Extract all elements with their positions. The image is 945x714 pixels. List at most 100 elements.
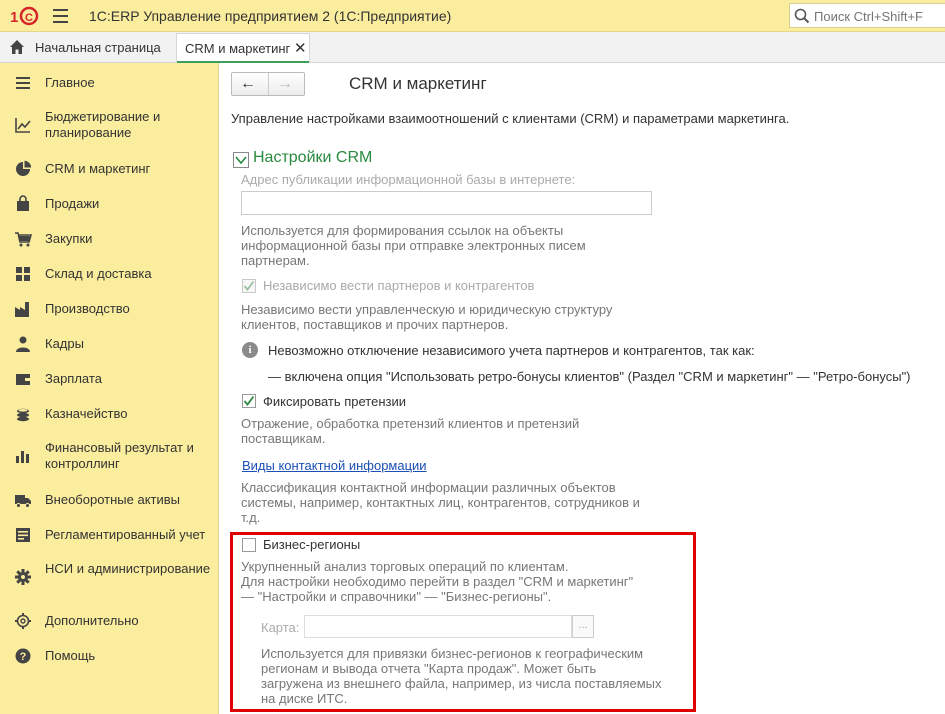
help-icon: ?: [15, 648, 31, 664]
cog-outline-icon: [15, 613, 31, 629]
sidebar-item-additional[interactable]: Дополнительно: [0, 611, 219, 631]
business-regions-help-1: Укрупненный анализ торговых операций по …: [241, 559, 569, 574]
sidebar-item-help[interactable]: ? Помощь: [0, 646, 219, 666]
business-regions-help-3: — "Настройки и справочники" — "Бизнес-ре…: [241, 589, 552, 604]
sidebar-item-label: Регламентированный учет: [45, 527, 206, 542]
main-content: ← → CRM и маркетинг Управление настройка…: [220, 63, 945, 714]
page-title: CRM и маркетинг: [349, 74, 487, 93]
sidebar-item-hr[interactable]: Кадры: [0, 334, 219, 354]
publication-address-field[interactable]: [241, 191, 652, 215]
sidebar-item-production[interactable]: Производство: [0, 299, 219, 319]
svg-text:С: С: [25, 12, 33, 24]
sidebar-item-label: Внеоборотные активы: [45, 492, 181, 507]
sidebar-item-label: НСИ и администрирование: [45, 561, 211, 576]
sidebar-item-label: Кадры: [45, 336, 84, 351]
publication-help-1: Используется для формирования ссылок на …: [241, 223, 564, 238]
nav-divider: [268, 73, 269, 95]
map-select-button[interactable]: ...: [572, 615, 594, 638]
sidebar-item-sales[interactable]: Продажи: [0, 194, 219, 214]
svg-text:1: 1: [10, 9, 18, 26]
sidebar-item-crm[interactable]: CRM и маркетинг: [0, 159, 219, 179]
claims-checkbox[interactable]: [242, 394, 256, 408]
title-bar: 1 С 1С:ERP Управление предприятием 2 (1С…: [0, 0, 945, 32]
business-regions-help-2: Для настройки необходимо перейти в разде…: [241, 574, 634, 589]
sidebar-item-label: Главное: [45, 75, 95, 90]
factory-icon: [15, 302, 29, 317]
section-title-crm-settings[interactable]: Настройки CRM: [253, 149, 372, 167]
sidebar-item-label: Помощь: [45, 648, 96, 663]
sidebar-item-treasury[interactable]: Казначейство: [0, 404, 219, 424]
truck-icon: [15, 495, 31, 508]
coins-icon: [17, 408, 29, 422]
claims-help-1: Отражение, обработка претензий клиентов …: [241, 416, 580, 431]
map-help-3: загружена из внешнего файла, например, и…: [261, 676, 662, 691]
gear-icon: [15, 569, 31, 585]
map-help-2: регионам и вывода отчета "Карта продаж".…: [261, 661, 597, 676]
map-label: Карта:: [261, 620, 300, 635]
home-icon: [10, 40, 24, 54]
pie-chart-icon: [16, 160, 32, 176]
forward-arrow-icon[interactable]: →: [277, 76, 293, 92]
sidebar-item-label: CRM и маркетинг: [45, 161, 151, 176]
sidebar-item-nsi-admin[interactable]: НСИ и администрирование: [0, 560, 219, 594]
sidebar-item-label: Производство: [45, 301, 130, 316]
app-title: 1С:ERP Управление предприятием 2 (1С:Пре…: [89, 8, 452, 24]
business-regions-checkbox[interactable]: [242, 538, 256, 552]
tab-home-label: Начальная страница: [35, 40, 161, 55]
checkmark-icon: [243, 280, 255, 291]
close-icon[interactable]: ✕: [294, 39, 307, 57]
collapse-chevron-icon[interactable]: [233, 152, 249, 168]
global-search[interactable]: [789, 3, 945, 28]
wallet-icon: [16, 374, 30, 385]
sidebar-item-label: Склад и доставка: [45, 266, 152, 281]
sidebar-item-fixed-assets[interactable]: Внеоборотные активы: [0, 490, 219, 510]
warehouse-grid-icon: [16, 267, 30, 281]
sidebar-item-main[interactable]: Главное: [0, 73, 219, 93]
tab-bar: Начальная страница CRM и маркетинг ✕: [0, 32, 945, 63]
independent-partners-help-2: клиентов, поставщиков и прочих партнеров…: [241, 317, 509, 332]
map-field[interactable]: [304, 615, 572, 638]
map-help-4: на диске ИТС.: [261, 691, 348, 706]
sidebar-item-financial-result[interactable]: Финансовый результат и контроллинг: [0, 439, 219, 473]
tab-home[interactable]: Начальная страница: [0, 32, 172, 62]
shopping-bag-icon: [17, 195, 29, 211]
sidebar-item-label: Продажи: [45, 196, 100, 211]
app-logo-icon[interactable]: 1 С: [8, 6, 44, 26]
independent-partners-checkbox[interactable]: [242, 279, 256, 293]
claims-help-2: поставщикам.: [241, 431, 326, 446]
contact-info-help-1: Классификация контактной информации разл…: [241, 480, 616, 495]
sidebar-item-label: Дополнительно: [45, 613, 139, 628]
independent-partners-label: Независимо вести партнеров и контрагенто…: [263, 278, 535, 293]
independent-partners-help-1: Независимо вести управленческую и юридич…: [241, 302, 613, 317]
business-regions-label: Бизнес-регионы: [263, 537, 361, 552]
ledger-icon: [16, 528, 30, 542]
sidebar-item-salary[interactable]: Зарплата: [0, 369, 219, 389]
sidebar-item-label: Закупки: [45, 231, 93, 246]
page-description: Управление настройками взаимоотношений с…: [231, 111, 790, 126]
publication-help-3: партнерам.: [241, 253, 310, 268]
sidebar-item-warehouse[interactable]: Склад и доставка: [0, 264, 219, 284]
contact-info-help-2: системы, например, контактных лиц, контр…: [241, 495, 640, 510]
bar-chart-icon: [16, 451, 29, 463]
sidebar-item-regulated-accounting[interactable]: Регламентированный учет: [0, 525, 219, 545]
sidebar-item-purchases[interactable]: Закупки: [0, 229, 219, 249]
info-icon: i: [242, 342, 258, 358]
svg-text:?: ?: [20, 651, 27, 663]
menu-lines-icon: [16, 77, 30, 89]
sidebar-item-label: Финансовый результат и контроллинг: [45, 440, 194, 471]
person-icon: [16, 336, 30, 352]
publication-address-label: Адрес публикации информационной базы в и…: [241, 172, 576, 187]
map-help-1: Используется для привязки бизнес-регионо…: [261, 646, 644, 661]
history-nav: ← →: [231, 72, 305, 96]
back-arrow-icon[interactable]: ←: [240, 76, 256, 92]
sidebar-item-budgeting[interactable]: Бюджетирование и планирование: [0, 108, 219, 142]
sidebar-item-label: Казначейство: [45, 406, 128, 421]
tab-crm-marketing[interactable]: CRM и маркетинг ✕: [176, 33, 310, 63]
chart-trend-icon: [15, 118, 31, 133]
cart-icon: [15, 232, 32, 247]
search-icon: [794, 8, 810, 24]
search-input[interactable]: [814, 7, 942, 25]
main-menu-icon[interactable]: [53, 9, 68, 23]
info-message: Невозможно отключение независимого учета…: [268, 343, 755, 358]
contact-info-kinds-link[interactable]: Виды контактной информации: [242, 458, 427, 473]
